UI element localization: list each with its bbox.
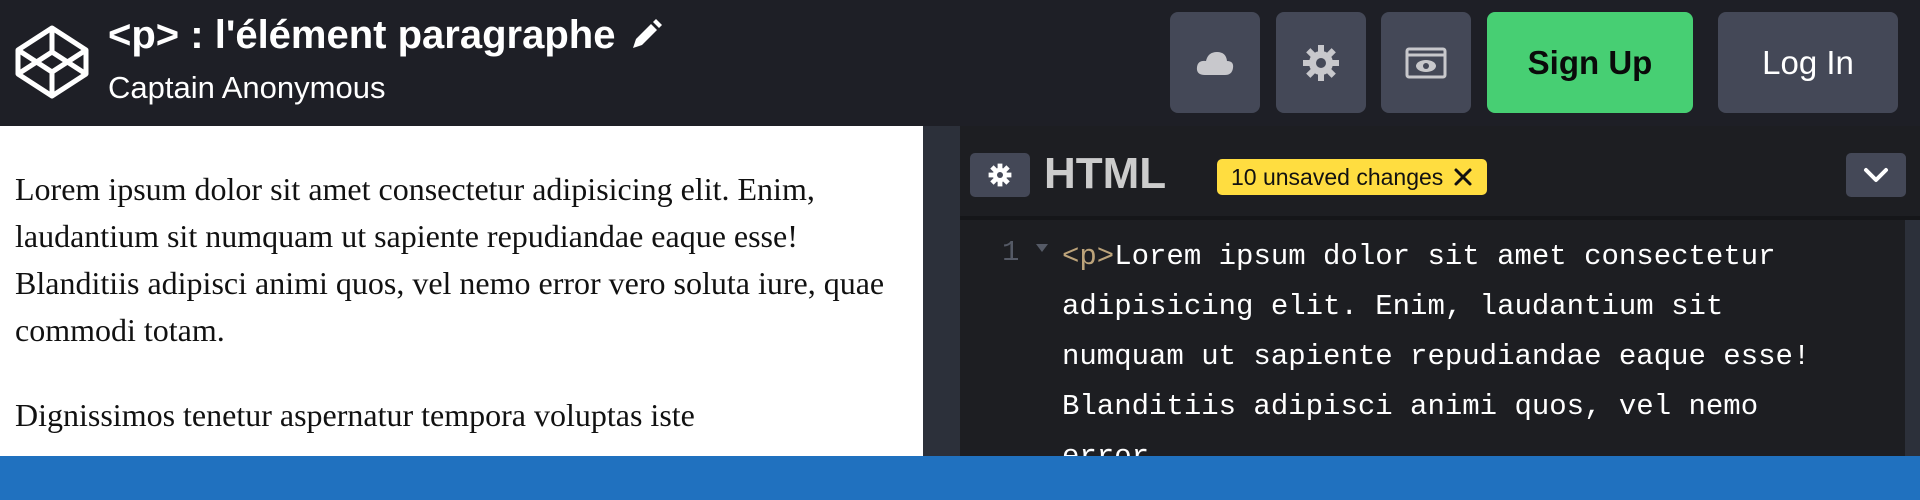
editor-collapse-button[interactable] [1846,153,1906,197]
log-in-button[interactable]: Log In [1718,12,1898,113]
fold-arrow-icon[interactable] [1036,244,1048,252]
unsaved-changes-badge[interactable]: 10 unsaved changes [1217,159,1488,195]
footer-bar [0,456,1920,500]
code-line[interactable]: <p>Lorem ipsum dolor sit amet consectetu… [1062,232,1822,456]
settings-button[interactable] [1276,12,1366,113]
chevron-down-icon [1864,168,1888,182]
result-preview: Lorem ipsum dolor sit amet consectetur a… [0,126,923,456]
view-icon [1405,47,1447,78]
preview-paragraph: Dignissimos tenetur aspernatur tempora v… [15,397,695,433]
gear-icon [1303,44,1339,81]
pane-resize-handle[interactable] [923,126,960,456]
editor-title: HTML [1044,149,1167,198]
close-icon[interactable] [1453,167,1473,187]
gear-icon [988,163,1012,187]
pen-author[interactable]: Captain Anonymous [108,68,385,108]
header-bar: <p> : l'élément paragraphe Captain Anony… [0,0,1920,126]
editor-header: HTML 10 unsaved changes [960,126,1920,213]
codepen-logo-icon[interactable] [14,24,90,100]
html-editor-pane: HTML 10 unsaved changes 1 <p>Lorem ipsum… [960,126,1920,456]
pen-title[interactable]: <p> : l'élément paragraphe [108,10,615,60]
pen-title-row: <p> : l'élément paragraphe [108,10,663,60]
code-text: Lorem ipsum dolor sit amet consectetur a… [1062,240,1811,456]
editor-scrollbar[interactable] [1905,220,1920,456]
cloud-icon [1196,51,1234,75]
sign-up-button[interactable]: Sign Up [1487,12,1693,113]
change-view-button[interactable] [1381,12,1471,113]
preview-paragraph: Lorem ipsum dolor sit amet consectetur a… [15,171,885,348]
code-tag: <p> [1062,240,1115,273]
edit-pencil-icon[interactable] [629,18,663,52]
save-cloud-button[interactable] [1170,12,1260,113]
code-editor[interactable]: 1 <p>Lorem ipsum dolor sit amet consecte… [960,216,1920,456]
editor-settings-button[interactable] [970,153,1030,197]
line-number: 1 [1002,236,1020,269]
unsaved-changes-label: 10 unsaved changes [1231,163,1444,190]
